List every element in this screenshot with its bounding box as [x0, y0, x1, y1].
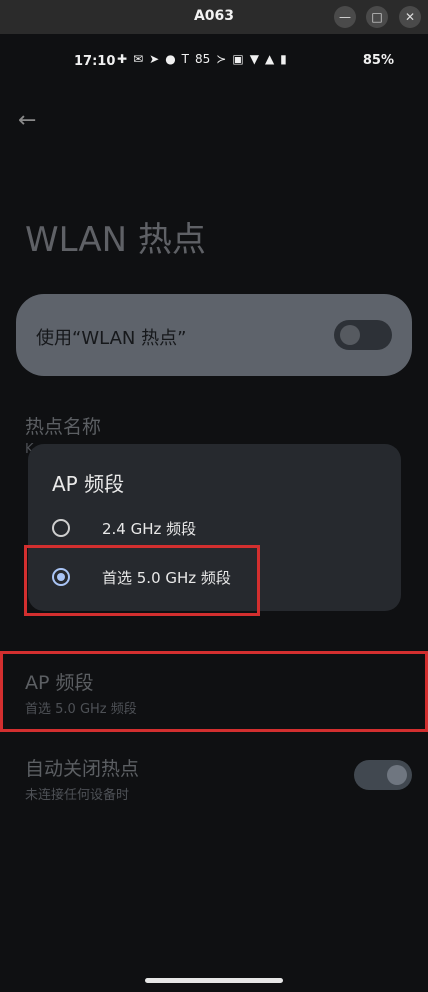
minimize-icon[interactable]: — [334, 6, 356, 28]
option-label: 2.4 GHz 频段 [102, 520, 197, 538]
status-time: 17:10 [74, 54, 116, 69]
auto-off-subtitle: 未连接任何设备时 [25, 788, 130, 803]
auto-off-title[interactable]: 自动关闭热点 [25, 754, 139, 781]
master-toggle[interactable] [334, 320, 392, 350]
signal-icon: ▲ [264, 52, 275, 66]
toggle-knob [387, 765, 407, 785]
sim-icon: ▣ [232, 52, 244, 66]
battery-percent: 85% [362, 53, 394, 68]
telegram-icon: ➤ [149, 52, 160, 66]
maximize-icon[interactable]: □ [366, 6, 388, 28]
wifi-icon: ▼ [249, 52, 259, 66]
radio-unselected-icon[interactable] [52, 519, 70, 537]
tesla-icon: T [181, 52, 190, 66]
home-indicator[interactable] [145, 978, 283, 983]
badge-85-icon: 85 [195, 52, 211, 66]
mail-icon: ✉ [133, 52, 144, 66]
ap-band-title[interactable]: AP 频段 [25, 668, 94, 695]
close-icon[interactable]: ✕ [399, 6, 421, 28]
circle-icon: ● [165, 52, 176, 66]
back-arrow-icon[interactable]: ← [18, 108, 36, 133]
page-title: WLAN 热点 [25, 220, 206, 260]
wlan-hotspot-master-switch[interactable]: 使用“WLAN 热点” [16, 294, 412, 376]
battery-icon: ▮ [280, 52, 287, 66]
window-titlebar: A063 — □ ✕ [0, 0, 428, 34]
hotspot-name-title[interactable]: 热点名称 [25, 412, 101, 439]
master-switch-label: 使用“WLAN 热点” [36, 328, 187, 349]
auto-off-toggle[interactable] [354, 760, 412, 790]
option-2-4ghz[interactable]: 2.4 GHz 频段 [52, 514, 382, 544]
status-icons: ✚ ✉ ➤ ● T 85 ≻ ▣ ▼ ▲ ▮ [117, 52, 287, 66]
status-bar: 17:10 ✚ ✉ ➤ ● T 85 ≻ ▣ ▼ ▲ ▮ 85% [0, 50, 428, 72]
dialog-title: AP 频段 [52, 472, 125, 496]
terminal-icon: ≻ [216, 52, 227, 66]
option-highlight [24, 545, 260, 616]
shield-icon: ✚ [117, 52, 128, 66]
ap-band-value: 首选 5.0 GHz 频段 [25, 702, 137, 717]
window-title: A063 [193, 8, 235, 24]
toggle-knob [340, 325, 360, 345]
phone-screen: 17:10 ✚ ✉ ➤ ● T 85 ≻ ▣ ▼ ▲ ▮ 85% ← WLAN … [0, 34, 428, 992]
